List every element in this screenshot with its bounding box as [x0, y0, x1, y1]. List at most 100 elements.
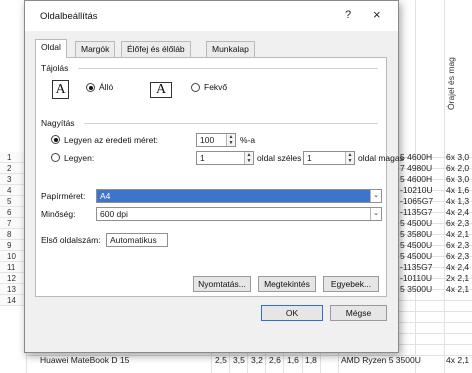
table-cell[interactable]: 6x 3,0 [446, 174, 469, 185]
table-cell[interactable]: 6x 2,0 [446, 163, 469, 174]
table-cell[interactable]: 1,8 [305, 355, 317, 366]
landscape-label[interactable]: Fekvő [204, 82, 227, 92]
pages-tall-spinner[interactable]: 1 ▲ ▼ [303, 151, 355, 165]
vertical-column-header: Órajel és mag [444, 2, 472, 122]
table-cell[interactable]: 6x 2,3 [446, 240, 469, 251]
table-cell[interactable]: 5 4600H [400, 174, 432, 185]
dialog-title: Oldalbeállítás [40, 11, 98, 22]
table-cell[interactable]: 7 4980U [400, 163, 432, 174]
table-cell[interactable]: -10210U [400, 185, 433, 196]
pages-tall-value: 1 [307, 153, 312, 163]
table-cell[interactable]: 2,5 [215, 355, 227, 366]
row-header[interactable]: 8 [0, 229, 26, 240]
table-cell[interactable]: 2,6 [269, 355, 281, 366]
percent-unit-label: %-a [240, 135, 256, 145]
table-cell[interactable]: 2x 2,1 [446, 273, 469, 284]
dialog-titlebar[interactable]: Oldalbeállítás ? × [25, 1, 398, 31]
row-header[interactable]: 4 [0, 185, 26, 196]
table-cell[interactable]: 5 4600H [400, 152, 432, 163]
vertical-header-text: Órajel és mag [446, 57, 456, 110]
close-icon[interactable]: × [373, 7, 381, 22]
spinner-arrows-icon[interactable]: ▲ ▼ [244, 152, 253, 164]
tab-margins[interactable]: Margók [75, 41, 116, 57]
portrait-page-icon: A [52, 80, 69, 99]
print-quality-label: Minőség: [41, 209, 76, 219]
row-header[interactable]: 1 [0, 152, 26, 163]
row-header[interactable]: 7 [0, 218, 26, 229]
table-cell[interactable]: 6x 3,0 [446, 152, 469, 163]
landscape-radio[interactable] [191, 83, 200, 92]
tab-page[interactable]: Oldal [35, 39, 67, 58]
options-button[interactable]: Egyebek... [323, 276, 379, 292]
spinner-arrows-icon[interactable]: ▲ ▼ [345, 152, 354, 164]
table-cell[interactable]: 4x 2,1 [446, 284, 469, 295]
spinner-arrows-icon[interactable]: ▲ ▼ [226, 134, 235, 146]
table-cell[interactable]: 4x 2,4 [446, 262, 469, 273]
row-header[interactable]: 11 [0, 262, 26, 273]
adjust-to-radio[interactable] [51, 135, 60, 144]
paper-size-select[interactable]: A4 ⌄ [96, 189, 382, 203]
row-header[interactable]: 14 [0, 295, 26, 306]
pages-wide-value: 1 [200, 153, 205, 163]
row-header[interactable]: 9 [0, 240, 26, 251]
chevron-down-icon[interactable]: ⌄ [370, 208, 381, 220]
fit-to-label[interactable]: Legyen: [64, 153, 94, 163]
page-setup-dialog: Oldalbeállítás ? × Oldal Margók Élőfej é… [24, 0, 404, 353]
tab-sheet[interactable]: Munkalap [206, 41, 255, 57]
print-preview-button[interactable]: Megtekintés [258, 276, 316, 292]
adjust-percent-value: 100 [200, 135, 215, 145]
table-cell[interactable]: 5 4500U [400, 240, 432, 251]
tab-panel-page: Tájolás A Álló A Fekvő Nagyítás Legyen a… [35, 57, 404, 297]
table-cell[interactable]: 4x 1,3 [446, 196, 469, 207]
adjust-percent-spinner[interactable]: 100 ▲ ▼ [196, 133, 236, 147]
pages-wide-spinner[interactable]: 1 ▲ ▼ [196, 151, 254, 165]
table-cell[interactable]: 3,5 [233, 355, 245, 366]
tab-header-footer[interactable]: Élőfej és élőláb [121, 41, 191, 57]
print-quality-select[interactable]: 600 dpi ⌄ [96, 207, 382, 221]
table-cell[interactable]: AMD Ryzen 5 3500U [341, 355, 421, 366]
table-cell[interactable]: 4x 2,4 [446, 207, 469, 218]
table-cell[interactable]: 6x 2,3 [446, 218, 469, 229]
ok-button[interactable]: OK [261, 305, 323, 321]
row-header[interactable]: 12 [0, 273, 26, 284]
scaling-heading: Nagyítás [41, 118, 75, 128]
first-page-number-input[interactable]: Automatikus [106, 233, 168, 247]
table-cell[interactable]: 4x 1,6 [446, 185, 469, 196]
table-cell[interactable]: 5 4500U [400, 218, 432, 229]
grid-line [444, 0, 445, 373]
row-header[interactable]: 13 [0, 284, 26, 295]
row-header[interactable]: 10 [0, 251, 26, 262]
orientation-heading: Tájolás [41, 63, 69, 73]
divider [78, 68, 378, 69]
table-cell[interactable]: -1135G7 [400, 207, 432, 218]
fit-to-radio[interactable] [51, 153, 60, 162]
row-header[interactable]: 5 [0, 196, 26, 207]
print-quality-value: 600 dpi [100, 209, 128, 219]
table-cell[interactable]: 5 4500U [400, 251, 432, 262]
chevron-down-icon[interactable]: ⌄ [370, 190, 381, 202]
table-cell[interactable]: 5 3580U [400, 229, 432, 240]
portrait-radio[interactable] [86, 83, 95, 92]
paper-size-label: Papírméret: [41, 191, 86, 201]
table-cell-name[interactable]: Huawei MateBook D 15 [40, 355, 129, 366]
adjust-to-label[interactable]: Legyen az eredeti méret: [64, 135, 158, 145]
table-cell[interactable]: -1065G7 [400, 196, 433, 207]
table-cell[interactable]: -1135G7 [400, 262, 432, 273]
row-header[interactable]: 2 [0, 163, 26, 174]
table-cell[interactable]: 5 3500U [400, 284, 432, 295]
row-header[interactable]: 6 [0, 207, 26, 218]
print-button[interactable]: Nyomtatás... [193, 276, 251, 292]
divider [84, 123, 378, 124]
table-cell[interactable]: 4x 2,1 [446, 229, 469, 240]
table-cell[interactable]: 4x 2,1 [446, 355, 469, 366]
paper-size-value: A4 [100, 191, 111, 201]
table-cell[interactable]: -10110U [400, 273, 432, 284]
table-cell[interactable]: 1,6 [287, 355, 299, 366]
portrait-label[interactable]: Álló [99, 82, 113, 92]
help-icon[interactable]: ? [345, 9, 351, 21]
table-cell[interactable]: 3,2 [251, 355, 263, 366]
landscape-page-icon: A [150, 82, 172, 98]
table-cell[interactable]: 6x 2,3 [446, 251, 469, 262]
row-header[interactable]: 3 [0, 174, 26, 185]
cancel-button[interactable]: Mégse [330, 305, 387, 321]
